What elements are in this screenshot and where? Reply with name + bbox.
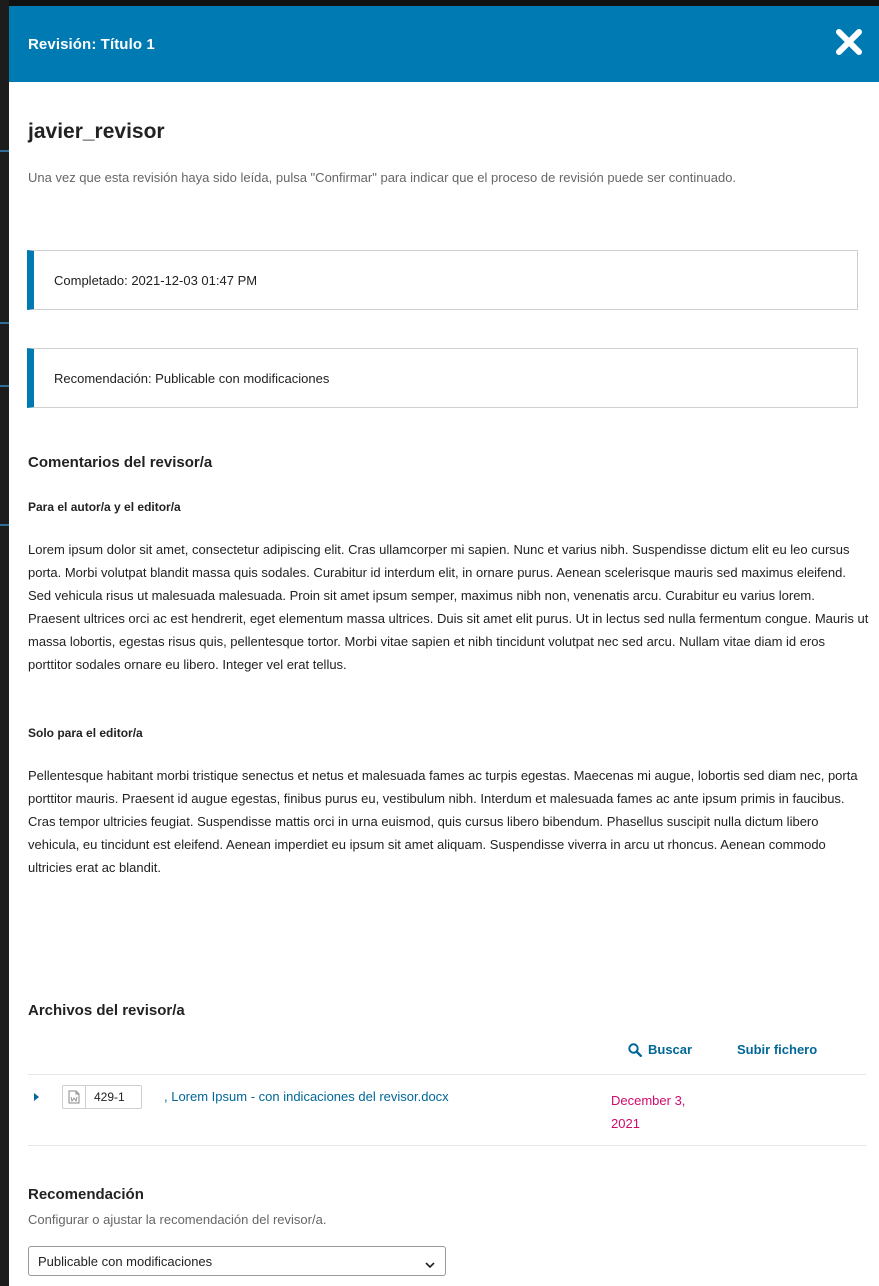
search-button[interactable]: Buscar (628, 1042, 692, 1057)
file-id: 429-1 (94, 1090, 125, 1104)
search-icon (628, 1042, 642, 1057)
author-editor-heading: Para el autor/a y el editor/a (28, 500, 181, 514)
expand-caret-icon[interactable] (34, 1093, 39, 1101)
file-row: 429-1 , Lorem Ipsum - con indicaciones d… (28, 1085, 866, 1145)
word-doc-icon (63, 1086, 86, 1108)
recommendation-text: Recomendación: Publicable con modificaci… (54, 371, 330, 386)
upload-file-button[interactable]: Subir fichero (737, 1042, 817, 1057)
file-date: December 3, 2021 (611, 1093, 686, 1131)
editor-only-comment: Pellentesque habitant morbi tristique se… (28, 768, 858, 875)
file-badge: 429-1 (62, 1085, 142, 1109)
search-label: Buscar (648, 1042, 693, 1057)
divider (28, 1074, 866, 1075)
recommendation-notice: Recomendación: Publicable con modificaci… (27, 348, 858, 408)
modal-title: Revisión: Título 1 (28, 36, 155, 53)
recommendation-select[interactable]: Publicable con modificaciones (28, 1246, 446, 1276)
review-modal: Revisión: Título 1 javier_revisor Una ve… (0, 0, 879, 1286)
author-editor-comment: Lorem ipsum dolor sit amet, consectetur … (28, 542, 869, 672)
modal-header: Revisión: Título 1 (9, 6, 879, 82)
file-name-link[interactable]: , Lorem Ipsum - con indicaciones del rev… (164, 1089, 449, 1104)
comments-heading: Comentarios del revisor/a (28, 454, 213, 471)
modal-body: javier_revisor Una vez que esta revisión… (9, 82, 879, 1286)
intro-text: Una vez que esta revisión haya sido leíd… (28, 170, 737, 185)
close-icon (836, 29, 862, 55)
recommendation-help: Configurar o ajustar la recomendación de… (28, 1212, 327, 1227)
divider (28, 1145, 866, 1146)
recommendation-selected: Publicable con modificaciones (38, 1254, 213, 1269)
reviewer-name: javier_revisor (28, 120, 165, 143)
chevron-down-icon (425, 1257, 435, 1272)
editor-only-heading: Solo para el editor/a (28, 726, 143, 740)
completed-text: Completado: 2021-12-03 01:47 PM (54, 273, 258, 288)
completed-notice: Completado: 2021-12-03 01:47 PM (27, 250, 858, 310)
background-page-edge (0, 0, 9, 1286)
close-button[interactable] (835, 28, 863, 56)
recommendation-heading: Recomendación (28, 1186, 144, 1203)
files-heading: Archivos del revisor/a (28, 1002, 185, 1019)
